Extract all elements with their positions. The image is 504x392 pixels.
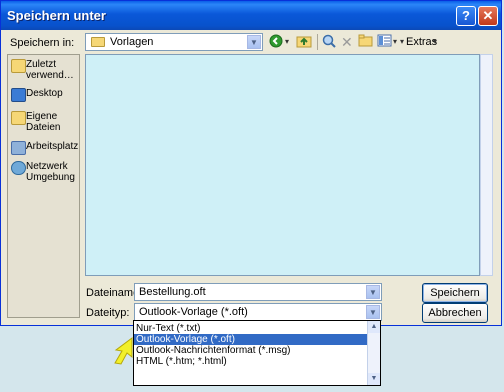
mouse-pointer-icon xyxy=(114,337,133,365)
filetype-option[interactable]: Nur-Text (*.txt) xyxy=(134,323,369,334)
scroll-up-icon[interactable]: ▲ xyxy=(368,321,380,333)
filetype-option-selected[interactable]: Outlook-Vorlage (*.oft) xyxy=(134,334,369,345)
recent-folder-icon xyxy=(11,59,26,73)
title-bar[interactable]: Speichern unter ? ✕ xyxy=(1,1,501,30)
folder-icon xyxy=(91,37,105,47)
network-icon xyxy=(11,161,26,175)
delete-icon[interactable]: ✕ xyxy=(341,34,353,50)
help-button[interactable]: ? xyxy=(456,6,476,26)
chevron-down-icon[interactable]: ▼ xyxy=(366,285,380,299)
file-list-scrollbar[interactable] xyxy=(480,54,493,276)
save-in-dropdown[interactable]: Vorlagen ▼ xyxy=(85,33,263,51)
place-label: Desktop xyxy=(26,88,63,99)
place-desktop[interactable]: Desktop xyxy=(11,88,79,102)
up-folder-icon[interactable] xyxy=(296,34,312,50)
views-icon[interactable] xyxy=(377,34,392,50)
place-label: Eigene Dateien xyxy=(26,111,61,133)
place-recent[interactable]: Zuletzt verwend… xyxy=(11,59,79,83)
place-label: Netzwerk Umgebung xyxy=(26,161,75,183)
search-web-icon[interactable] xyxy=(322,34,336,50)
filetype-value: Outlook-Vorlage (*.oft) xyxy=(139,306,248,318)
my-documents-icon xyxy=(11,111,26,125)
options-scrollbar[interactable]: ▲ ▼ xyxy=(367,321,380,385)
place-label: Arbeitsplatz xyxy=(26,141,79,152)
filetype-option[interactable]: Outlook-Nachrichtenformat (*.msg) xyxy=(134,345,369,356)
place-my-documents[interactable]: Eigene Dateien xyxy=(11,111,79,135)
filetype-option[interactable]: HTML (*.htm; *.html) xyxy=(134,356,369,367)
place-my-computer[interactable]: Arbeitsplatz xyxy=(11,141,79,155)
back-dropdown-icon[interactable]: ▾ xyxy=(285,34,289,50)
desktop-icon xyxy=(11,88,26,102)
close-button[interactable]: ✕ xyxy=(478,6,498,26)
back-icon[interactable] xyxy=(269,34,283,50)
chevron-down-icon[interactable]: ▼ xyxy=(247,35,261,49)
cancel-button[interactable]: Abbrechen xyxy=(422,303,488,323)
views-dropdown-icon[interactable]: ▾ xyxy=(393,34,397,50)
save-as-dialog: Speichern unter ? ✕ Speichern in: Vorlag… xyxy=(0,0,502,326)
toolbar-separator xyxy=(317,34,318,50)
filetype-options-list[interactable]: Nur-Text (*.txt) Outlook-Vorlage (*.oft)… xyxy=(133,320,381,386)
chevron-down-icon[interactable]: ▼ xyxy=(366,305,380,319)
window-title: Speichern unter xyxy=(7,8,106,23)
places-bar: Zuletzt verwend… Desktop Eigene Dateien … xyxy=(7,54,80,318)
filename-input[interactable]: Bestellung.oft ▼ xyxy=(134,283,382,301)
new-folder-icon[interactable] xyxy=(358,34,373,50)
scroll-down-icon[interactable]: ▼ xyxy=(368,373,380,385)
place-network[interactable]: Netzwerk Umgebung xyxy=(11,161,79,185)
extras-dropdown-icon[interactable]: ▾ xyxy=(400,34,404,50)
filetype-dropdown[interactable]: Outlook-Vorlage (*.oft) ▼ xyxy=(134,303,382,321)
place-label: Zuletzt verwend… xyxy=(26,59,74,81)
filename-value: Bestellung.oft xyxy=(139,286,206,298)
save-button[interactable]: Speichern xyxy=(422,283,488,303)
filetype-label: Dateityp: xyxy=(86,307,130,319)
my-computer-icon xyxy=(11,141,26,155)
save-in-value: Vorlagen xyxy=(110,36,154,48)
extras-chevron-icon[interactable]: ▾ xyxy=(433,34,437,50)
file-list[interactable] xyxy=(85,54,480,276)
save-in-label: Speichern in: xyxy=(10,37,75,49)
